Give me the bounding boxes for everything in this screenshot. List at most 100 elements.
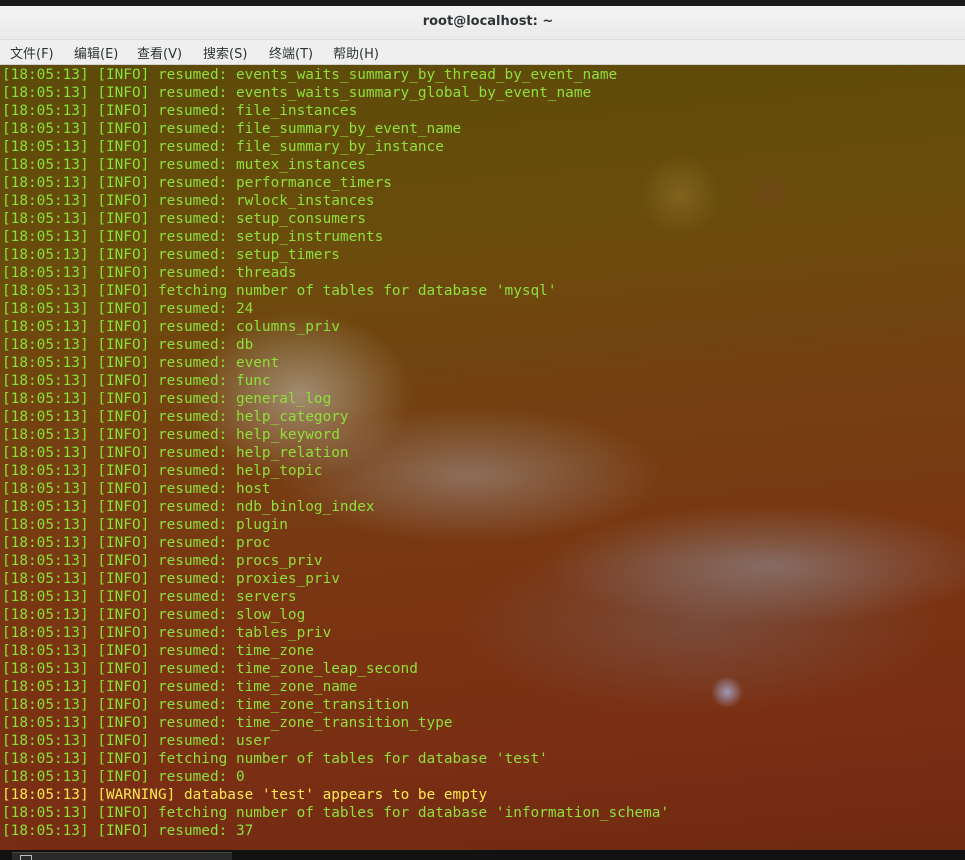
log-message: resumed: file_summary_by_instance: [157, 139, 444, 155]
log-level: [INFO]: [97, 805, 150, 821]
log-message: resumed: ndb_binlog_index: [157, 499, 375, 515]
window-titlebar[interactable]: root@localhost: ~: [0, 6, 965, 40]
log-message: resumed: general_log: [157, 391, 332, 407]
log-message: resumed: user: [157, 733, 271, 749]
log-line: [18:05:13] [INFO] resumed: tables_priv: [2, 624, 669, 642]
log-timestamp: [18:05:13]: [2, 211, 89, 227]
log-line: [18:05:13] [INFO] resumed: rwlock_instan…: [2, 192, 669, 210]
log-timestamp: [18:05:13]: [2, 337, 89, 353]
log-timestamp: [18:05:13]: [2, 229, 89, 245]
log-level: [WARNING]: [97, 787, 176, 803]
menu-search[interactable]: 搜索(S): [201, 43, 249, 62]
log-message: resumed: time_zone_name: [157, 679, 358, 695]
log-message: resumed: time_zone: [157, 643, 314, 659]
log-timestamp: [18:05:13]: [2, 139, 89, 155]
log-timestamp: [18:05:13]: [2, 301, 89, 317]
log-message: resumed: db: [157, 337, 254, 353]
log-timestamp: [18:05:13]: [2, 121, 89, 137]
log-timestamp: [18:05:13]: [2, 787, 89, 803]
log-level: [INFO]: [97, 121, 150, 137]
log-timestamp: [18:05:13]: [2, 661, 89, 677]
log-line: [18:05:13] [INFO] resumed: slow_log: [2, 606, 669, 624]
log-line: [18:05:13] [INFO] resumed: performance_t…: [2, 174, 669, 192]
log-timestamp: [18:05:13]: [2, 427, 89, 443]
log-level: [INFO]: [97, 139, 150, 155]
log-line: [18:05:13] [INFO] resumed: plugin: [2, 516, 669, 534]
log-message: resumed: func: [157, 373, 271, 389]
log-message: resumed: file_summary_by_event_name: [157, 121, 462, 137]
log-line: [18:05:13] [INFO] resumed: help_topic: [2, 462, 669, 480]
log-line: [18:05:13] [INFO] resumed: event: [2, 354, 669, 372]
log-timestamp: [18:05:13]: [2, 805, 89, 821]
log-level: [INFO]: [97, 535, 150, 551]
log-level: [INFO]: [97, 517, 150, 533]
log-level: [INFO]: [97, 751, 150, 767]
log-level: [INFO]: [97, 301, 150, 317]
log-message: resumed: setup_timers: [157, 247, 340, 263]
log-timestamp: [18:05:13]: [2, 571, 89, 587]
log-level: [INFO]: [97, 355, 150, 371]
menu-terminal[interactable]: 终端(T): [267, 43, 315, 62]
log-message: fetching number of tables for database '…: [157, 751, 548, 767]
log-level: [INFO]: [97, 553, 150, 569]
log-line: [18:05:13] [INFO] resumed: user: [2, 732, 669, 750]
log-message: resumed: procs_priv: [157, 553, 323, 569]
log-level: [INFO]: [97, 499, 150, 515]
log-level: [INFO]: [97, 697, 150, 713]
log-line: [18:05:13] [INFO] resumed: help_keyword: [2, 426, 669, 444]
log-level: [INFO]: [97, 247, 150, 263]
log-message: resumed: 0: [157, 769, 245, 785]
log-timestamp: [18:05:13]: [2, 463, 89, 479]
log-level: [INFO]: [97, 643, 150, 659]
log-line: [18:05:13] [INFO] resumed: general_log: [2, 390, 669, 408]
menu-help[interactable]: 帮助(H): [331, 43, 381, 62]
log-timestamp: [18:05:13]: [2, 373, 89, 389]
log-message: resumed: mutex_instances: [157, 157, 366, 173]
log-level: [INFO]: [97, 103, 150, 119]
log-level: [INFO]: [97, 85, 150, 101]
log-level: [INFO]: [97, 607, 150, 623]
log-timestamp: [18:05:13]: [2, 409, 89, 425]
log-message: fetching number of tables for database '…: [157, 805, 670, 821]
log-message: resumed: host: [157, 481, 271, 497]
log-timestamp: [18:05:13]: [2, 67, 89, 83]
log-level: [INFO]: [97, 373, 150, 389]
log-message: resumed: proc: [157, 535, 271, 551]
log-message: resumed: help_keyword: [157, 427, 340, 443]
log-line: [18:05:13] [INFO] resumed: help_category: [2, 408, 669, 426]
log-line: [18:05:13] [INFO] resumed: 24: [2, 300, 669, 318]
log-line: [18:05:13] [INFO] resumed: time_zone_nam…: [2, 678, 669, 696]
log-level: [INFO]: [97, 571, 150, 587]
log-message: resumed: time_zone_leap_second: [157, 661, 418, 677]
log-level: [INFO]: [97, 625, 150, 641]
log-message: resumed: columns_priv: [157, 319, 340, 335]
log-message: resumed: setup_consumers: [157, 211, 366, 227]
log-line: [18:05:13] [INFO] resumed: file_instance…: [2, 102, 669, 120]
log-timestamp: [18:05:13]: [2, 391, 89, 407]
log-level: [INFO]: [97, 265, 150, 281]
menu-edit[interactable]: 编辑(E): [72, 43, 120, 62]
terminal-output[interactable]: [18:05:13] [INFO] resumed: events_waits_…: [0, 65, 965, 850]
log-level: [INFO]: [97, 445, 150, 461]
menu-view[interactable]: 查看(V): [135, 43, 184, 62]
log-timestamp: [18:05:13]: [2, 625, 89, 641]
log-message: resumed: file_instances: [157, 103, 358, 119]
log-message: resumed: help_topic: [157, 463, 323, 479]
log-line: [18:05:13] [INFO] resumed: file_summary_…: [2, 138, 669, 156]
log-timestamp: [18:05:13]: [2, 265, 89, 281]
log-level: [INFO]: [97, 175, 150, 191]
menu-file[interactable]: 文件(F): [8, 43, 56, 62]
menubar: 文件(F) 编辑(E) 查看(V) 搜索(S) 终端(T) 帮助(H): [0, 40, 965, 65]
log-message: database 'test' appears to be empty: [183, 787, 488, 803]
log-timestamp: [18:05:13]: [2, 193, 89, 209]
log-timestamp: [18:05:13]: [2, 85, 89, 101]
log-level: [INFO]: [97, 481, 150, 497]
log-timestamp: [18:05:13]: [2, 355, 89, 371]
log-timestamp: [18:05:13]: [2, 535, 89, 551]
log-level: [INFO]: [97, 157, 150, 173]
log-timestamp: [18:05:13]: [2, 607, 89, 623]
log-message: resumed: 37: [157, 823, 254, 839]
log-line: [18:05:13] [INFO] resumed: proc: [2, 534, 669, 552]
taskbar-window-tab[interactable]: [12, 852, 232, 860]
log-level: [INFO]: [97, 319, 150, 335]
